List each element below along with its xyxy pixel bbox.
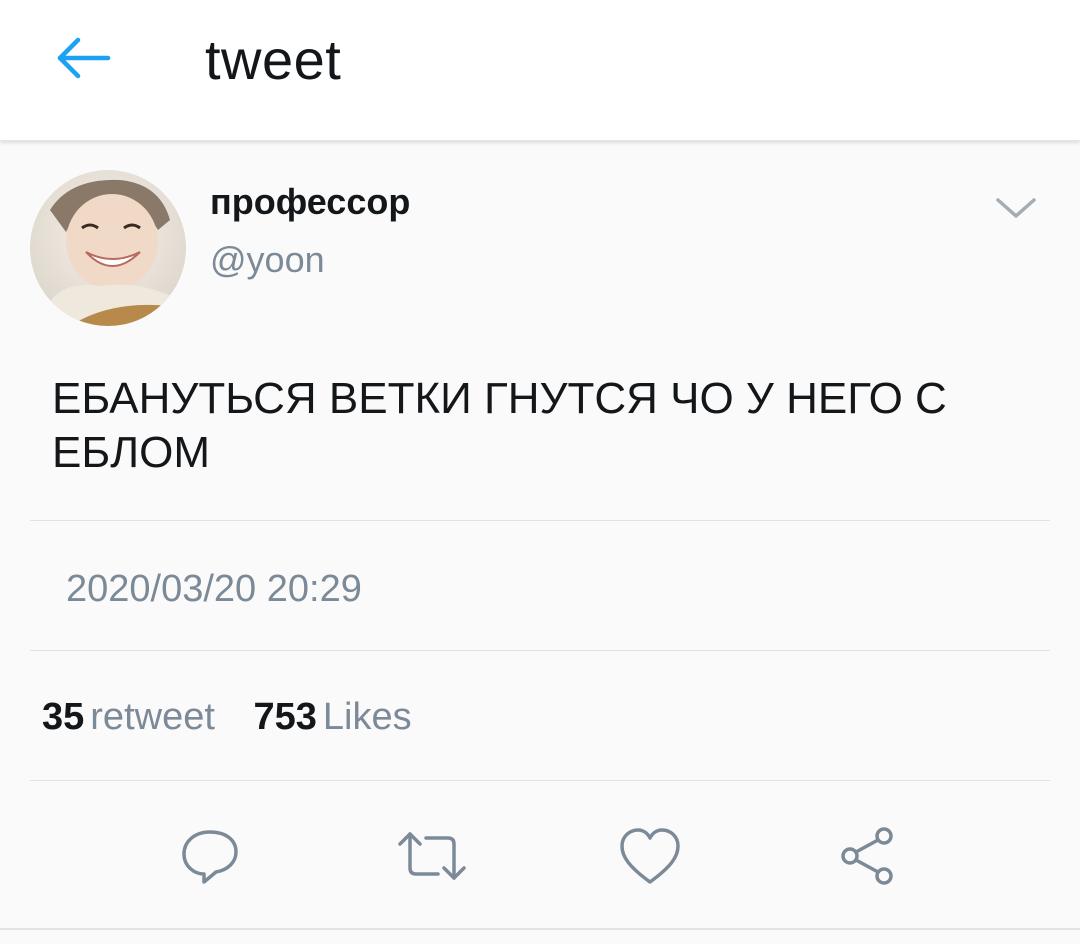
share-button[interactable] xyxy=(832,820,904,892)
avatar[interactable] xyxy=(30,170,186,326)
back-button[interactable] xyxy=(52,30,116,86)
app-header: tweet xyxy=(0,0,1080,141)
share-icon xyxy=(841,827,893,885)
chevron-down-icon xyxy=(996,198,1036,218)
divider xyxy=(0,928,1080,930)
divider xyxy=(30,650,1050,651)
arrow-left-icon xyxy=(57,37,111,79)
like-label: Likes xyxy=(322,696,412,738)
retweet-button[interactable] xyxy=(396,820,468,892)
retweet-label: retweet xyxy=(90,696,215,738)
heart-icon xyxy=(620,828,680,884)
tweet-timestamp: 2020/03/20 20:29 xyxy=(66,568,362,610)
reply-button[interactable] xyxy=(174,820,246,892)
page-title: tweet xyxy=(205,28,342,91)
divider xyxy=(30,520,1050,521)
author-handle[interactable]: @yoon xyxy=(210,238,325,282)
reply-icon xyxy=(182,830,238,884)
like-count: 753 xyxy=(253,696,317,738)
profile-photo xyxy=(30,170,186,326)
tweet-text: ЕБАНУТЬСЯ ВЕТКИ ГНУТСЯ ЧО У НЕГО С ЕБЛОМ xyxy=(52,374,947,477)
divider xyxy=(30,780,1050,781)
retweet-icon xyxy=(398,832,466,880)
author-display-name[interactable]: профессор xyxy=(210,180,410,224)
tweet-stats: 35 retweet 753 Likes xyxy=(42,694,440,740)
like-button[interactable] xyxy=(614,820,686,892)
retweet-stat[interactable]: 35 retweet xyxy=(42,694,215,740)
like-stat[interactable]: 753 Likes xyxy=(253,694,411,740)
retweet-count: 35 xyxy=(42,696,85,738)
tweet-options-button[interactable] xyxy=(990,188,1042,228)
